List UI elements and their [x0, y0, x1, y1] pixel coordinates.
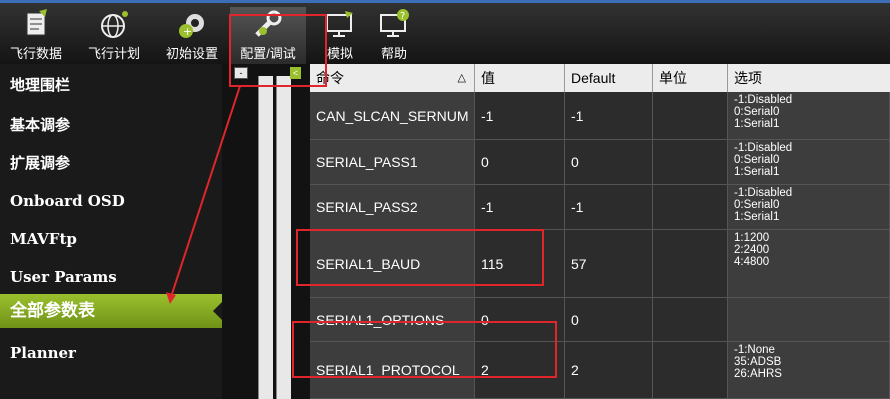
annotation-arrow: [166, 85, 241, 304]
